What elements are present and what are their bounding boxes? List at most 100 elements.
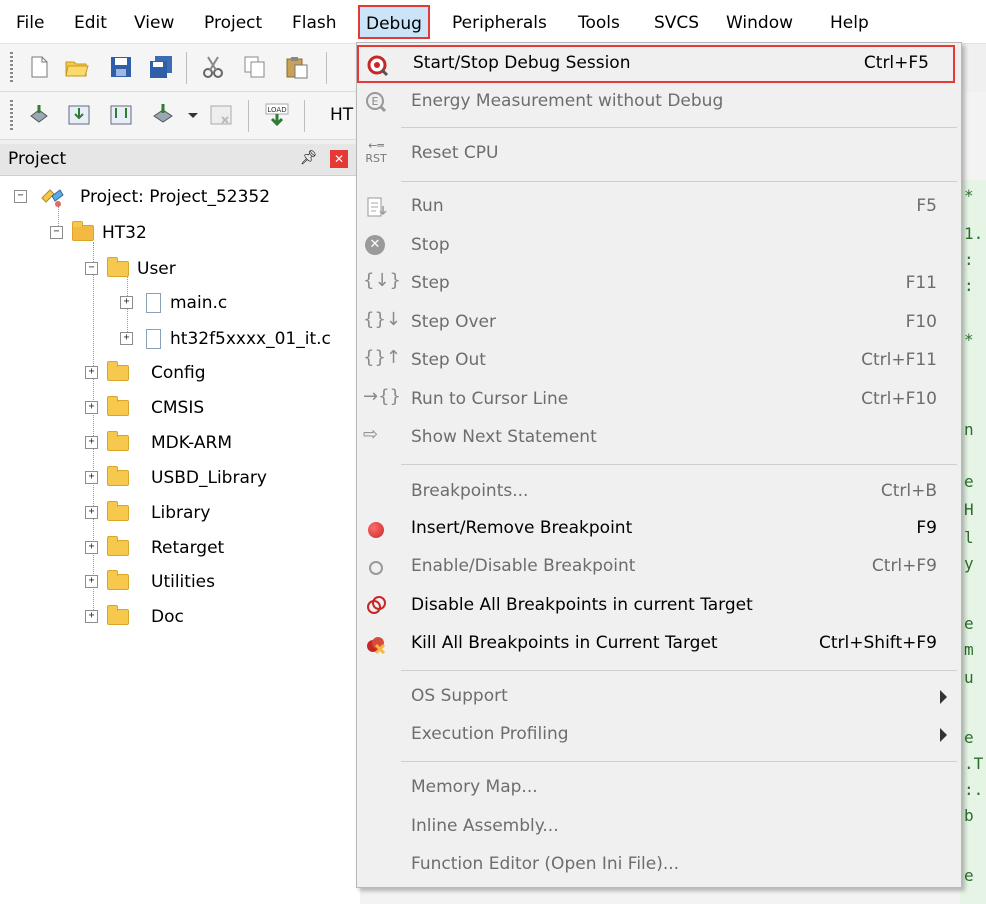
editor-line: u [964, 668, 974, 687]
tree-item-label: main.c [170, 293, 228, 313]
menu-bar: File Edit View Project Flash Debug Perip… [0, 0, 986, 44]
menu-item-reset-cpu[interactable]: ←═ RST Reset CPU [357, 135, 961, 173]
menu-item-stop[interactable]: ✕ Stop [357, 227, 961, 265]
translate-icon[interactable] [26, 102, 52, 128]
pin-icon[interactable]: 📌︎ [300, 150, 318, 166]
menu-item-energy-measurement[interactable]: E Energy Measurement without Debug [357, 83, 961, 121]
editor-text[interactable]: * 1. : : * n e H l y e m u e .T :. b e [960, 180, 986, 904]
toolbar-grip[interactable] [10, 100, 13, 132]
reset-cpu-icon: ←═ RST [363, 139, 389, 169]
tree-item-label: CMSIS [151, 398, 205, 418]
new-file-icon[interactable] [26, 54, 52, 80]
menu-item-show-next-statement[interactable]: ⇨ Show Next Statement [357, 419, 961, 457]
toolbar-grip[interactable] [10, 52, 13, 84]
expand-icon[interactable]: + [85, 366, 98, 379]
download-icon[interactable]: LOAD [264, 102, 290, 128]
paste-icon[interactable] [284, 54, 310, 80]
menu-item-execution-profiling[interactable]: Execution Profiling [357, 716, 961, 754]
menu-item-label: Reset CPU [411, 143, 499, 163]
menu-item-os-support[interactable]: OS Support [357, 678, 961, 716]
tree-item-project[interactable]: − Project: Project_52352 [14, 182, 354, 212]
menu-item-step-out[interactable]: {}↑ Step Out Ctrl+F11 [357, 342, 961, 380]
expand-icon[interactable]: + [85, 506, 98, 519]
cut-icon[interactable] [200, 54, 226, 80]
tree-item-mdk-arm[interactable]: + MDK-ARM [85, 428, 355, 458]
menu-flash[interactable]: Flash [292, 10, 337, 36]
menu-item-step[interactable]: {↓} Step F11 [357, 265, 961, 303]
menu-separator [401, 670, 957, 671]
menu-item-label: Breakpoints... [411, 481, 529, 501]
menu-view[interactable]: View [134, 10, 174, 36]
tree-item-main-c[interactable]: + main.c [120, 288, 360, 318]
menu-item-shortcut: F9 [916, 518, 937, 538]
target-select[interactable]: HT [330, 105, 353, 125]
menu-peripherals[interactable]: Peripherals [452, 10, 547, 36]
menu-help[interactable]: Help [830, 10, 869, 36]
debug-session-icon [367, 55, 389, 77]
menu-item-memory-map[interactable]: Memory Map... [357, 769, 961, 807]
menu-item-kill-all-breakpoints[interactable]: Kill All Breakpoints in Current Target C… [357, 625, 961, 663]
show-next-statement-icon: ⇨ [363, 424, 379, 445]
menu-item-start-stop-debug[interactable]: Start/Stop Debug Session Ctrl+F5 [357, 45, 955, 83]
batch-build-icon[interactable] [150, 102, 176, 128]
menu-debug[interactable]: Debug [358, 5, 430, 39]
collapse-icon[interactable]: − [14, 190, 27, 203]
expand-icon[interactable]: + [85, 575, 98, 588]
menu-item-label: Kill All Breakpoints in Current Target [411, 633, 718, 653]
reset-cpu-icon-text: RST [365, 152, 387, 165]
editor-line: b [964, 806, 974, 825]
tree-item-cmsis[interactable]: + CMSIS [85, 393, 355, 423]
toolbar-separator [248, 100, 249, 132]
menu-item-run[interactable]: Run F5 [357, 188, 961, 226]
expand-icon[interactable]: + [85, 610, 98, 623]
toolbar-separator [304, 100, 305, 132]
tree-item-user[interactable]: − User [85, 254, 355, 284]
menu-file[interactable]: File [16, 10, 44, 36]
tree-item-doc[interactable]: + Doc [85, 602, 355, 632]
copy-icon[interactable] [242, 54, 268, 80]
menu-window[interactable]: Window [726, 10, 793, 36]
save-all-icon[interactable] [148, 54, 174, 80]
menu-item-enable-disable-breakpoint[interactable]: Enable/Disable Breakpoint Ctrl+F9 [357, 548, 961, 586]
tree-item-retarget[interactable]: + Retarget [85, 533, 355, 563]
collapse-icon[interactable]: − [50, 226, 63, 239]
open-folder-icon[interactable] [64, 54, 90, 80]
tree-item-usbd-library[interactable]: + USBD_Library [85, 463, 355, 493]
expand-icon[interactable]: + [120, 332, 133, 345]
menu-item-disable-all-breakpoints[interactable]: Disable All Breakpoints in current Targe… [357, 587, 961, 625]
expand-icon[interactable]: + [85, 471, 98, 484]
tree-item-utilities[interactable]: + Utilities [85, 567, 355, 597]
tree-item-config[interactable]: + Config [85, 358, 355, 388]
menu-svcs[interactable]: SVCS [654, 10, 699, 36]
editor-line: : [964, 276, 974, 295]
menu-item-breakpoints[interactable]: Breakpoints... Ctrl+B [357, 473, 961, 511]
menu-tools[interactable]: Tools [578, 10, 620, 36]
menu-item-inline-assembly[interactable]: Inline Assembly... [357, 808, 961, 846]
menu-edit[interactable]: Edit [74, 10, 107, 36]
menu-item-shortcut: F11 [905, 273, 937, 293]
rebuild-icon[interactable] [108, 102, 134, 128]
c-file-icon [146, 293, 161, 313]
collapse-icon[interactable]: − [85, 262, 98, 275]
menu-project[interactable]: Project [204, 10, 262, 36]
stop-build-icon[interactable] [208, 102, 234, 128]
menu-item-run-to-cursor[interactable]: →{} Run to Cursor Line Ctrl+F10 [357, 381, 961, 419]
tree-item-label: USBD_Library [151, 468, 267, 488]
tree-item-it-c[interactable]: + ht32f5xxxx_01_it.c [120, 324, 360, 354]
open-folder-icon [107, 257, 129, 277]
tree-item-ht32[interactable]: − HT32 [50, 218, 350, 248]
menu-item-insert-remove-breakpoint[interactable]: Insert/Remove Breakpoint F9 [357, 510, 961, 548]
build-icon[interactable] [66, 102, 92, 128]
energy-icon: E [366, 92, 387, 113]
chevron-down-icon[interactable] [180, 102, 206, 128]
expand-icon[interactable]: + [85, 401, 98, 414]
expand-icon[interactable]: + [85, 436, 98, 449]
save-icon[interactable] [108, 54, 134, 80]
menu-item-step-over[interactable]: {}↓ Step Over F10 [357, 304, 961, 342]
menu-item-function-editor[interactable]: Function Editor (Open Ini File)... [357, 846, 961, 884]
folder-icon [107, 361, 129, 381]
expand-icon[interactable]: + [85, 541, 98, 554]
tree-item-library[interactable]: + Library [85, 498, 355, 528]
close-icon[interactable]: ✕ [330, 150, 348, 168]
expand-icon[interactable]: + [120, 296, 133, 309]
